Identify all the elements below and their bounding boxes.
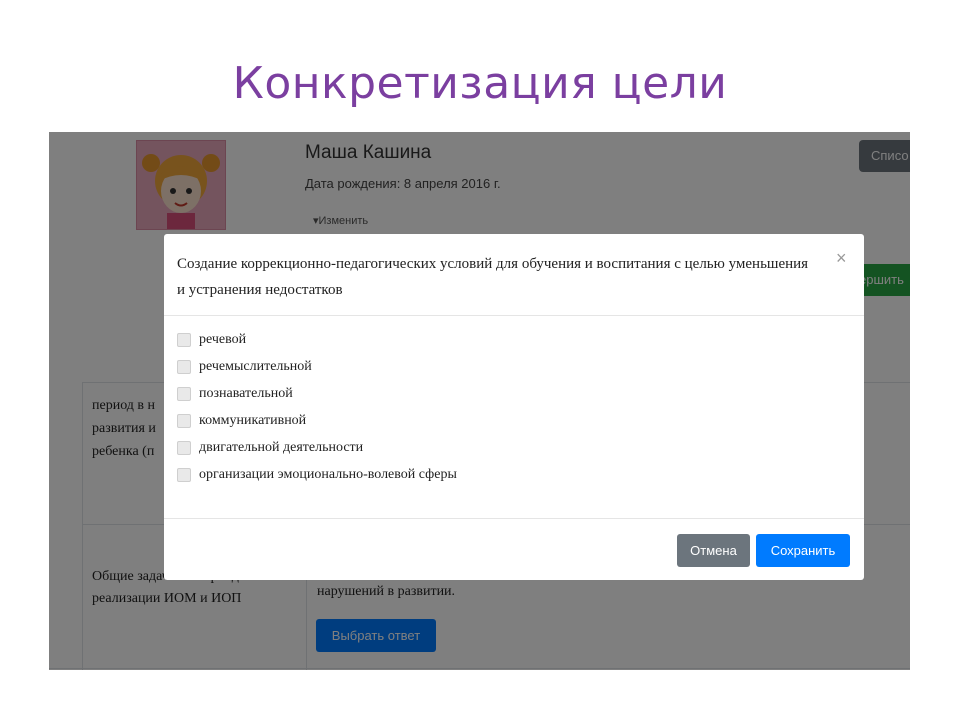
- checkbox[interactable]: [177, 468, 191, 482]
- checkbox[interactable]: [177, 441, 191, 455]
- option-label: речемыслительной: [199, 359, 312, 374]
- option-label: познавательной: [199, 386, 293, 401]
- modal-dialog: Создание коррекционно-педагогических усл…: [164, 234, 864, 580]
- option-label: коммуникативной: [199, 413, 307, 428]
- option-item[interactable]: организации эмоционально-волевой сферы: [177, 466, 457, 493]
- option-item[interactable]: коммуникативной: [177, 412, 457, 439]
- checkbox[interactable]: [177, 387, 191, 401]
- option-item[interactable]: двигательной деятельности: [177, 439, 457, 466]
- modal-header: Создание коррекционно-педагогических усл…: [164, 234, 864, 316]
- close-icon[interactable]: ×: [836, 248, 847, 269]
- cancel-button[interactable]: Отмена: [677, 534, 750, 567]
- slide-title: Конкретизация цели: [232, 58, 728, 109]
- option-item[interactable]: речемыслительной: [177, 358, 457, 385]
- checkbox[interactable]: [177, 360, 191, 374]
- option-label: организации эмоционально-волевой сферы: [199, 467, 457, 482]
- checkbox[interactable]: [177, 333, 191, 347]
- option-item[interactable]: речевой: [177, 331, 457, 358]
- checkbox[interactable]: [177, 414, 191, 428]
- modal-footer: Отмена Сохранить: [164, 518, 864, 581]
- option-item[interactable]: познавательной: [177, 385, 457, 412]
- modal-title: Создание коррекционно-педагогических усл…: [177, 256, 809, 298]
- save-button[interactable]: Сохранить: [756, 534, 850, 567]
- options-list: речевой речемыслительной познавательной …: [177, 331, 457, 493]
- option-label: двигательной деятельности: [199, 440, 364, 455]
- option-label: речевой: [199, 332, 247, 347]
